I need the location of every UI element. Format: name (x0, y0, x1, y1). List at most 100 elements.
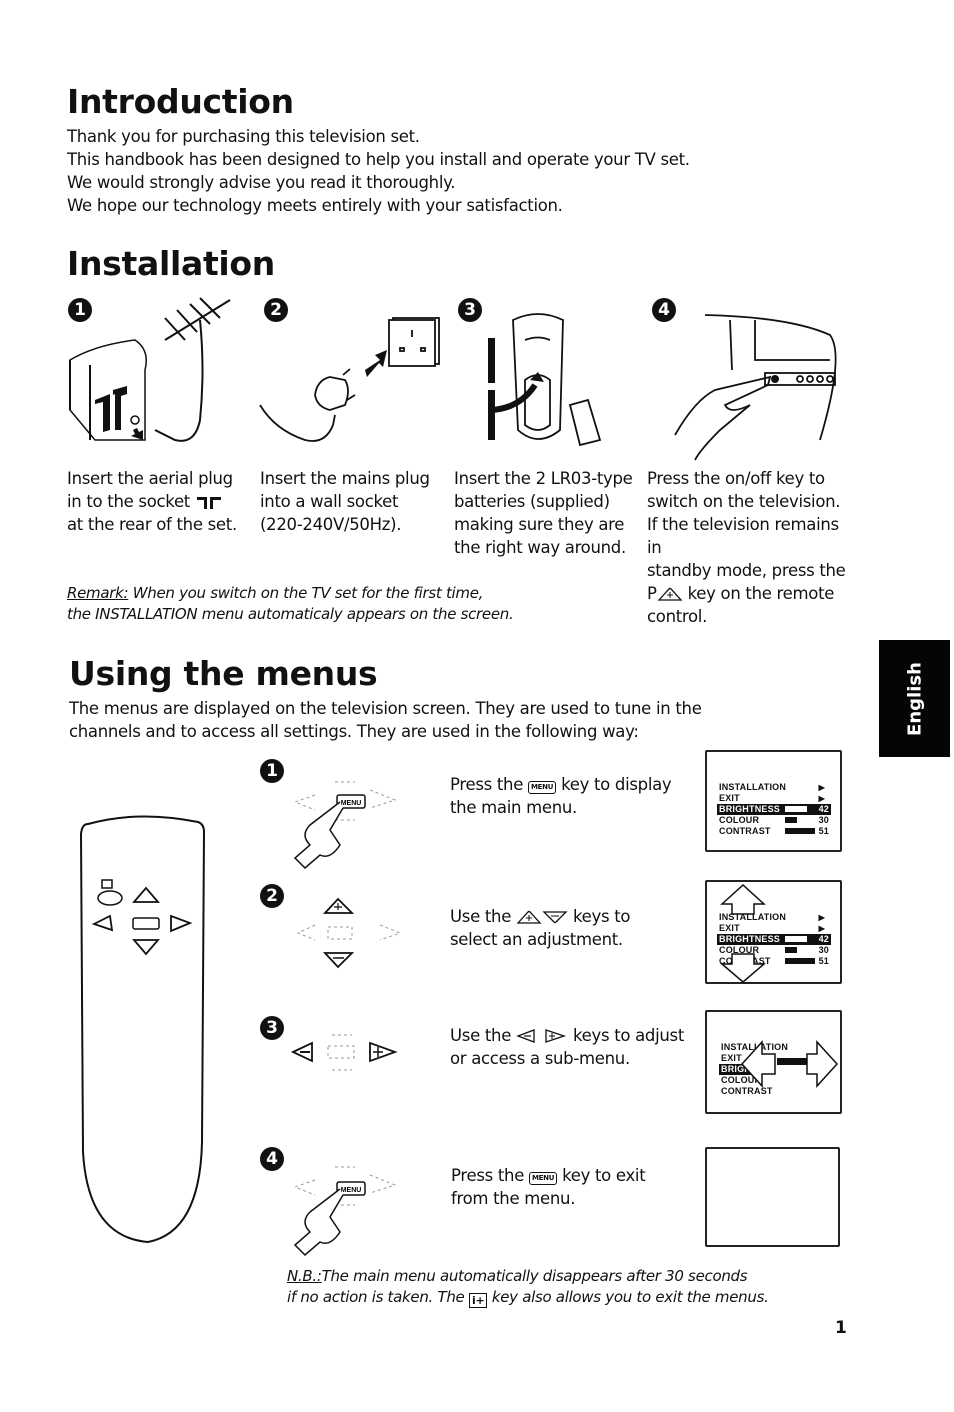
intro-line: We hope our technology meets entirely wi… (67, 196, 563, 215)
menu-key-icon: MENU (528, 781, 557, 794)
step-number-badge: 4 (260, 1147, 284, 1171)
note-text: The main menu automatically disappears a… (321, 1267, 748, 1285)
remote-right-key (170, 914, 193, 933)
step-text: keys to (572, 907, 631, 926)
batteries-remote-illustration (488, 313, 602, 447)
remote-menu-key (132, 917, 160, 930)
aerial-tv-illustration (69, 297, 231, 442)
remote-control-illustration (79, 815, 206, 1244)
installation-remark: Remark: When you switch on the TV set fo… (67, 583, 627, 625)
caption-line: in to the socket (67, 490, 257, 513)
osd-menu-item: CONTRAST 51 (717, 826, 831, 837)
caption-line: Press the on/off key to (647, 469, 825, 488)
intro-line: channels and to access all settings. The… (69, 722, 639, 741)
osd-menu-item: EXIT ▶ (717, 793, 831, 804)
submenu-arrow-icon: ▶ (818, 794, 825, 803)
remote-info-key (97, 879, 123, 906)
left-right-keys-illustration (290, 1034, 398, 1071)
caption-line: P key on the remote (647, 582, 857, 605)
aerial-socket-icon (196, 497, 221, 509)
caption-line: into a wall socket (260, 492, 399, 511)
note-text: if no action is taken. The (287, 1288, 465, 1306)
caption-text: in to the socket (67, 492, 190, 511)
osd-label: BRIGHTNESS (719, 804, 781, 814)
caption-line: standby mode, press the (647, 561, 846, 580)
osd-label: EXIT (719, 793, 740, 803)
intro-heading: Introduction (67, 82, 294, 121)
step-text: keys to adjust (572, 1026, 684, 1045)
step-caption: Press the on/off key to switch on the te… (647, 467, 857, 628)
step-number-badge: 1 (260, 759, 284, 783)
menus-intro: The menus are displayed on the televisio… (69, 697, 789, 743)
caption-line: Insert the mains plug (260, 469, 430, 488)
step-text: from the menu. (451, 1189, 576, 1208)
osd-label: COLOUR (719, 815, 760, 825)
step-text: Press the (451, 1166, 525, 1185)
menu-key-press-illustration: MENU (293, 781, 397, 870)
step-text: key to display (561, 775, 672, 794)
language-tab: English (879, 640, 950, 757)
osd-label: CONTRAST (719, 826, 771, 836)
step-text: Press the (450, 775, 524, 794)
program-up-key-icon (657, 587, 683, 601)
up-key-icon (516, 910, 542, 924)
osd-level-bar (785, 817, 797, 823)
p-key-prefix: P (647, 584, 657, 603)
caption-line: Insert the 2 LR03-type (454, 469, 633, 488)
remote-left-key (91, 914, 114, 932)
menu-step-text: Press the MENU key to exit from the menu… (451, 1164, 691, 1210)
step-caption: Insert the aerial plug in to the socket … (67, 467, 257, 536)
step-number-badge: 3 (260, 1016, 284, 1040)
left-key-icon (516, 1029, 535, 1043)
power-button-illustration (674, 314, 837, 461)
submenu-arrow-icon: ▶ (818, 783, 825, 792)
step-caption: Insert the mains plug into a wall socket… (260, 467, 450, 536)
tv-screen-adjust-value: INSTALLATION EXIT BRIGHTNESS COLOUR CONT… (705, 1010, 842, 1114)
remote-down-key (132, 939, 160, 956)
osd-value: 42 (818, 804, 829, 814)
intro-line: The menus are displayed on the televisio… (69, 699, 702, 718)
osd-menu: INSTALLATION ▶ EXIT ▶ BRIGHTNESS 42 COLOUR 3… (717, 782, 831, 837)
osd-level-bar (785, 828, 815, 834)
caption-line: at the rear of the set. (67, 515, 237, 534)
caption-line: batteries (supplied) (454, 492, 610, 511)
caption-line: switch on the television. (647, 492, 841, 511)
menu-key-label: MENU (341, 800, 362, 807)
menu-step-text: Press the MENU key to display the main m… (450, 773, 690, 819)
tv-screen-select-adjustment: INSTALLATION ▶ EXIT ▶ BRIGHTNESS 42 COLOUR 3… (705, 880, 842, 984)
caption-line: making sure they are (454, 515, 625, 534)
menu-step-text: Use the keys to select an adjustment. (450, 905, 690, 951)
caption-line: If the television remains in (647, 515, 839, 557)
osd-menu-item: INSTALLATION ▶ (717, 782, 831, 793)
down-key-icon (542, 911, 568, 924)
menu-exit-press-illustration: MENU (293, 1166, 397, 1257)
page-number: 1 (835, 1318, 847, 1338)
remark-text: When you switch on the TV set for the fi… (128, 584, 484, 602)
up-down-keys-illustration (296, 897, 402, 969)
info-key-icon: i+ (468, 1293, 488, 1308)
installation-heading: Installation (67, 244, 275, 283)
up-down-arrows-overlay (719, 883, 767, 983)
caption-line: (220-240V/50Hz). (260, 515, 402, 534)
intro-line: This handbook has been designed to help … (67, 150, 690, 169)
remote-up-key (132, 886, 160, 903)
left-right-arrows-overlay (740, 1040, 839, 1088)
menu-step-text: Use the keys to adjust or access a sub-m… (450, 1024, 690, 1070)
intro-line: Thank you for purchasing this television… (67, 127, 420, 146)
osd-label: INSTALLATION (719, 782, 787, 792)
caption-text: key on the remote (687, 584, 835, 603)
step-text: or access a sub-menu. (450, 1049, 630, 1068)
step-text: Use the (450, 907, 512, 926)
note-text: key also allows you to exit the menus. (491, 1288, 769, 1306)
step-text: the main menu. (450, 798, 577, 817)
osd-value: 51 (818, 826, 829, 836)
step-text: key to exit (562, 1166, 646, 1185)
tv-screen-main-menu: INSTALLATION ▶ EXIT ▶ BRIGHTNESS 42 COLOUR 3… (705, 750, 842, 852)
step-caption: Insert the 2 LR03-type batteries (suppli… (454, 467, 644, 559)
mains-plug-illustration (259, 317, 440, 442)
menu-key-icon: MENU (529, 1172, 558, 1185)
step-text: Use the (450, 1026, 512, 1045)
step-text: select an adjustment. (450, 930, 623, 949)
language-tab-label: English (904, 661, 925, 736)
note-label: N.B.: (287, 1267, 322, 1285)
